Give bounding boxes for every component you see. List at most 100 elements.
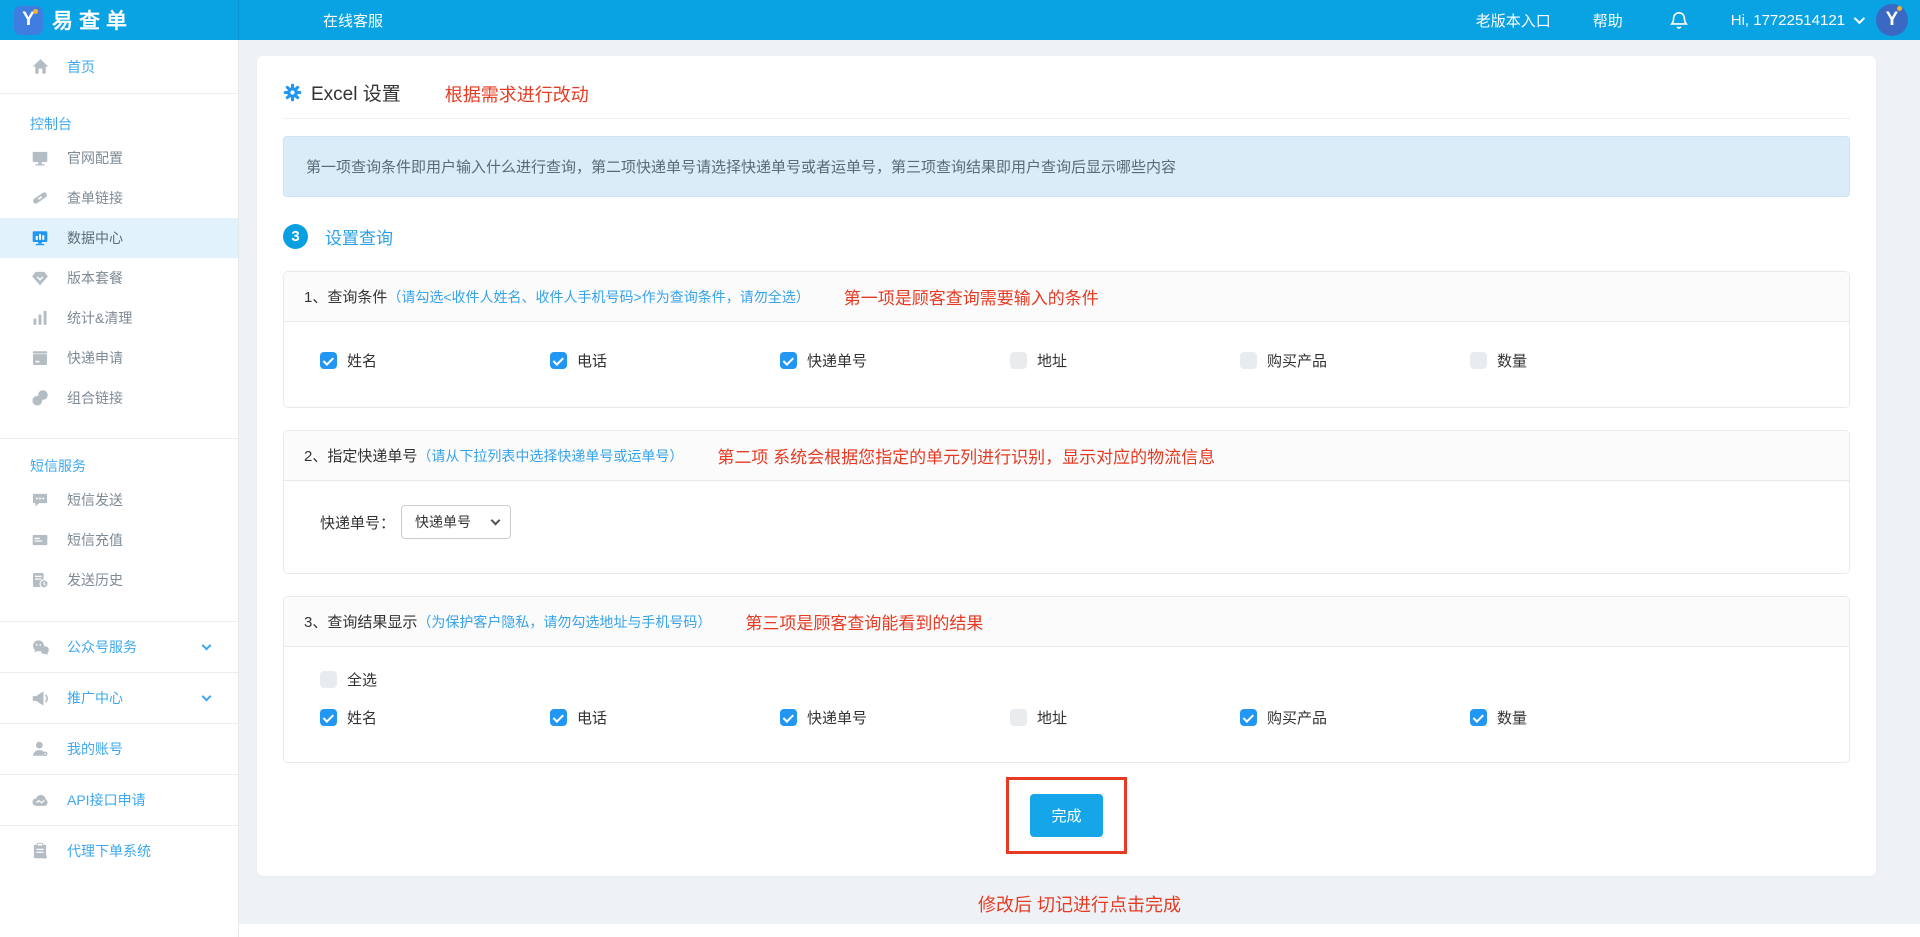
step-number-badge: 3 xyxy=(283,224,308,249)
step-title: 设置查询 xyxy=(325,224,393,249)
cloud-icon xyxy=(30,790,50,810)
sidebar-item-promotion-center[interactable]: 推广中心 xyxy=(0,672,238,723)
sidebar-item-version-plan[interactable]: 版本套餐 xyxy=(0,258,238,298)
user-icon xyxy=(30,739,50,759)
section-title: 2、指定快递单号 xyxy=(304,445,417,466)
annotation-highlight-rect: 完成 xyxy=(1006,777,1126,854)
option-product[interactable]: 购买产品 xyxy=(1240,707,1470,728)
sidebar-item-label: 短信充值 xyxy=(67,530,123,550)
sidebar-item-label: 版本套餐 xyxy=(67,268,123,288)
sidebar-item-site-config[interactable]: 官网配置 xyxy=(0,138,238,178)
chevron-down-icon xyxy=(202,692,212,702)
sidebar-item-api-apply[interactable]: API接口申请 xyxy=(0,774,238,825)
sidebar-item-data-center[interactable]: 数据中心 xyxy=(0,218,238,258)
section-result-display: 3、查询结果显示 （为保护客户隐私，请勿勾选地址与手机号码） 第三项是顾客查询能… xyxy=(283,596,1850,763)
notification-bell-icon[interactable] xyxy=(1669,10,1689,30)
online-service-link[interactable]: 在线客服 xyxy=(323,10,383,31)
checkbox[interactable] xyxy=(320,352,337,369)
chain-links-icon xyxy=(30,388,50,408)
chevron-down-icon xyxy=(202,641,212,651)
option-quantity[interactable]: 数量 xyxy=(1470,707,1700,728)
sidebar-item-label: 查单链接 xyxy=(67,188,123,208)
sidebar-section-console: 控制台 xyxy=(0,110,238,138)
option-name[interactable]: 姓名 xyxy=(320,350,550,371)
megaphone-icon xyxy=(30,688,50,708)
checkbox[interactable] xyxy=(1010,709,1027,726)
sidebar-item-label: 快递申请 xyxy=(67,348,123,368)
section-hint: （请勾选<收件人姓名、收件人手机号码>作为查询条件，请勿全选） xyxy=(387,287,809,307)
home-icon xyxy=(30,57,50,77)
checkbox[interactable] xyxy=(550,352,567,369)
checkbox[interactable] xyxy=(320,671,337,688)
sidebar-item-send-history[interactable]: 发送历史 xyxy=(0,560,238,600)
sidebar-item-express-apply[interactable]: 快递申请 xyxy=(0,338,238,378)
sidebar-item-label: 统计&清理 xyxy=(67,308,132,328)
top-header: Y 易查单 在线客服 老版本入口 帮助 Hi, 17722514121 Y xyxy=(0,0,1920,40)
option-quantity[interactable]: 数量 xyxy=(1470,350,1700,371)
clipboard-icon xyxy=(30,841,50,861)
sidebar-item-stats-clean[interactable]: 统计&清理 xyxy=(0,298,238,338)
option-phone[interactable]: 电话 xyxy=(550,707,780,728)
checkbox[interactable] xyxy=(550,709,567,726)
condition-options-row: 姓名 电话 快递单号 地址 购买产品 数量 xyxy=(320,350,1829,371)
option-select-all[interactable]: 全选 xyxy=(320,669,550,690)
sidebar-item-label: 短信发送 xyxy=(67,490,123,510)
history-icon xyxy=(30,570,50,590)
help-link[interactable]: 帮助 xyxy=(1593,10,1623,31)
package-icon xyxy=(30,348,50,368)
gear-icon xyxy=(283,83,302,102)
option-address[interactable]: 地址 xyxy=(1010,707,1240,728)
tracking-column-select[interactable]: 快递单号 xyxy=(401,505,511,539)
brand-logo-icon: Y xyxy=(14,6,43,35)
annotation-section3: 第三项是顾客查询能看到的结果 xyxy=(745,609,983,634)
user-menu[interactable]: Hi, 17722514121 xyxy=(1731,12,1862,29)
sidebar-item-label: API接口申请 xyxy=(67,790,146,810)
data-center-icon xyxy=(30,228,50,248)
brand-logo[interactable]: Y 易查单 xyxy=(0,0,239,40)
sidebar-item-my-account[interactable]: 我的账号 xyxy=(0,723,238,774)
chevron-down-icon xyxy=(491,515,501,525)
checkbox[interactable] xyxy=(320,709,337,726)
sidebar-item-label: 组合链接 xyxy=(67,388,123,408)
section-hint: （为保护客户隐私，请勿勾选地址与手机号码） xyxy=(417,612,711,632)
option-address[interactable]: 地址 xyxy=(1010,350,1240,371)
finish-button[interactable]: 完成 xyxy=(1030,794,1102,837)
section-title: 1、查询条件 xyxy=(304,286,387,307)
checkbox[interactable] xyxy=(1240,352,1257,369)
sidebar-item-label: 代理下单系统 xyxy=(67,841,151,861)
sidebar-item-query-link[interactable]: 查单链接 xyxy=(0,178,238,218)
sidebar-item-label: 首页 xyxy=(67,57,95,77)
checkbox[interactable] xyxy=(1470,352,1487,369)
chevron-down-icon xyxy=(1854,13,1865,24)
checkbox[interactable] xyxy=(780,709,797,726)
sidebar-item-label: 官网配置 xyxy=(67,148,123,168)
option-phone[interactable]: 电话 xyxy=(550,350,780,371)
user-avatar[interactable]: Y xyxy=(1876,4,1908,36)
main-content: Excel 设置 根据需求进行改动 第一项查询条件即用户输入什么进行查询，第二项… xyxy=(239,40,1920,937)
sidebar-item-combo-link[interactable]: 组合链接 xyxy=(0,378,238,418)
sidebar-item-sms-recharge[interactable]: 短信充值 xyxy=(0,520,238,560)
result-options-row: 姓名 电话 快递单号 地址 购买产品 数量 xyxy=(320,707,1829,728)
monitor-icon xyxy=(30,148,50,168)
sidebar-item-label: 推广中心 xyxy=(67,688,123,708)
sidebar-item-agent-order[interactable]: 代理下单系统 xyxy=(0,825,238,876)
option-product[interactable]: 购买产品 xyxy=(1240,350,1470,371)
sidebar-item-home[interactable]: 首页 xyxy=(0,40,238,93)
option-name[interactable]: 姓名 xyxy=(320,707,550,728)
gem-icon xyxy=(30,268,50,288)
user-greeting: Hi, 17722514121 xyxy=(1731,12,1845,29)
checkbox[interactable] xyxy=(1240,709,1257,726)
old-version-link[interactable]: 老版本入口 xyxy=(1476,10,1551,31)
checkbox[interactable] xyxy=(1470,709,1487,726)
annotation-section2: 第二项 系统会根据您指定的单元列进行识别，显示对应的物流信息 xyxy=(717,443,1215,468)
sidebar-item-sms-send[interactable]: 短信发送 xyxy=(0,480,238,520)
sidebar-item-label: 发送历史 xyxy=(67,570,123,590)
option-tracking-no[interactable]: 快递单号 xyxy=(780,350,1010,371)
option-tracking-no[interactable]: 快递单号 xyxy=(780,707,1010,728)
bottom-strip xyxy=(239,924,1920,937)
tracking-select-label: 快递单号： xyxy=(320,512,395,533)
info-banner: 第一项查询条件即用户输入什么进行查询，第二项快递单号请选择快递单号或者运单号，第… xyxy=(283,136,1850,197)
checkbox[interactable] xyxy=(780,352,797,369)
checkbox[interactable] xyxy=(1010,352,1027,369)
sidebar-item-official-account[interactable]: 公众号服务 xyxy=(0,621,238,672)
